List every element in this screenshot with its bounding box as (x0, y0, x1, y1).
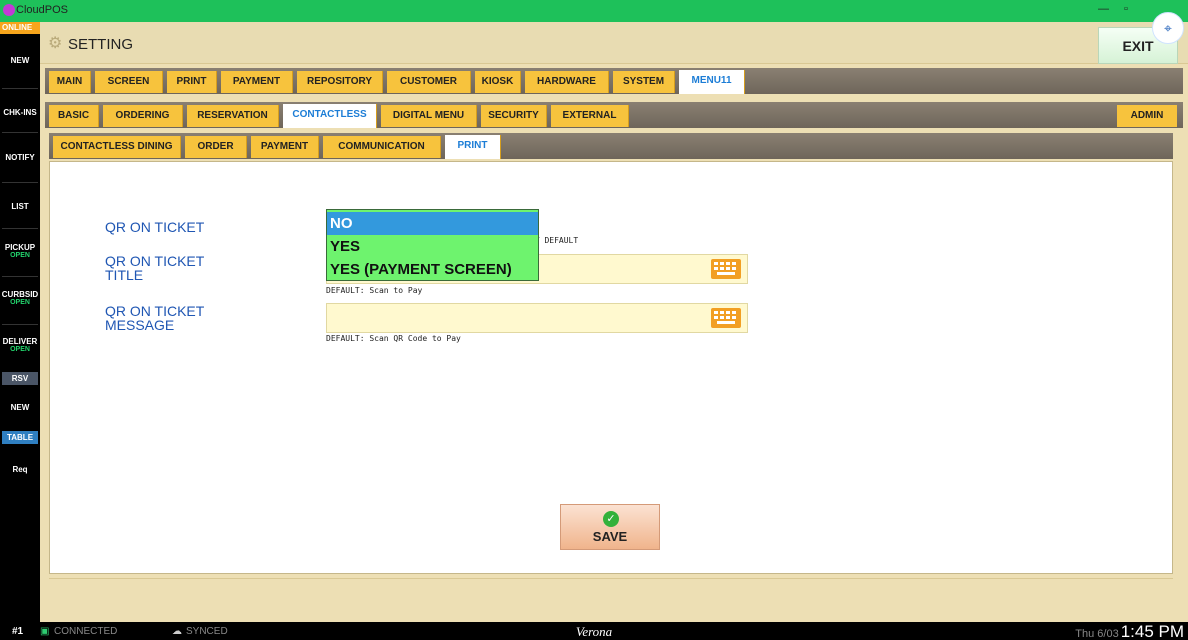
tab-print-sub[interactable]: PRINT (445, 135, 501, 159)
sidebar-item-label: PICKUP (4, 243, 36, 252)
dropdown-option-yes-payment-screen[interactable]: YES (PAYMENT SCREEN) (327, 258, 538, 281)
qr-message-field[interactable] (326, 303, 748, 333)
sidebar-item-label: Req (12, 465, 28, 474)
checkmark-icon: ✓ (603, 511, 619, 527)
sub-tab-row: BASIC ORDERING RESERVATION CONTACTLESS D… (45, 102, 1183, 128)
keyboard-icon[interactable] (711, 259, 741, 279)
save-button[interactable]: ✓ SAVE (560, 504, 660, 550)
delivery-status: OPEN (10, 346, 30, 353)
sidebar-item-label: LIST (11, 202, 29, 211)
sidebar-item-label: CHK-INS (3, 108, 37, 117)
tab-basic[interactable]: BASIC (49, 105, 99, 127)
divider (2, 276, 38, 277)
dropdown-option-yes[interactable]: YES (327, 235, 538, 258)
tab-repository[interactable]: REPOSITORY (297, 71, 383, 93)
tab-kiosk[interactable]: KIOSK (475, 71, 521, 93)
tab-payment-sub[interactable]: PAYMENT (251, 136, 319, 158)
sidebar-item-label: CURBSID (1, 290, 39, 299)
tab-security[interactable]: SECURITY (481, 105, 547, 127)
sidebar-item-label: NEW (10, 56, 30, 65)
third-tab-row: CONTACTLESS DINING ORDER PAYMENT COMMUNI… (49, 133, 1173, 159)
sidebar-item-label: DELIVER (2, 337, 38, 346)
tab-contactless[interactable]: CONTACTLESS (283, 104, 377, 128)
curbside-status: OPEN (10, 299, 30, 306)
sidebar-item-rsv-new[interactable]: NEW (0, 403, 40, 412)
divider (2, 228, 38, 229)
tab-ordering[interactable]: ORDERING (103, 105, 183, 127)
gear-icon: ⚙ (48, 35, 63, 52)
sidebar-item-delivery[interactable]: DELIVER OPEN (0, 337, 40, 353)
time: 1:45 PM (1120, 622, 1184, 640)
tab-main[interactable]: MAIN (49, 71, 91, 93)
tab-customer[interactable]: CUSTOMER (387, 71, 471, 93)
clock: Thu 6/03 1:45 PM (1075, 622, 1184, 640)
sidebar-item-request[interactable]: Req (0, 465, 40, 474)
qr-on-ticket-dropdown[interactable]: NO YES YES (PAYMENT SCREEN) (326, 209, 539, 281)
screen-capture-icon[interactable]: ⌖ (1152, 12, 1184, 44)
divider (2, 324, 38, 325)
qr-title-label: QR ON TICKET TITLE (105, 253, 205, 283)
status-bar: #1 ▣ CONNECTED ☁ SYNCED Verona Thu 6/03 1… (0, 622, 1188, 640)
sidebar-item-label: NEW (10, 403, 30, 412)
maximize-button[interactable]: ▫ (1124, 3, 1128, 15)
keyboard-icon[interactable] (711, 308, 741, 328)
tab-order[interactable]: ORDER (185, 136, 247, 158)
window-title-bar: CloudPOS — ▫ ⌖ (0, 0, 1188, 44)
qr-message-label: QR ON TICKET MESSAGE (105, 303, 205, 333)
qr-title-default: DEFAULT: Scan to Pay (326, 286, 423, 295)
footer-bar (49, 578, 1173, 604)
sidebar-item-new[interactable]: NEW (0, 56, 40, 65)
divider (2, 132, 38, 133)
tab-system[interactable]: SYSTEM (613, 71, 675, 93)
print-settings-form: QR ON TICKET BY DEFAULT QR ON TICKET TIT… (49, 161, 1173, 574)
table-tag[interactable]: TABLE (2, 431, 38, 444)
sidebar-item-label: NOTIFY (5, 153, 35, 162)
date: Thu 6/03 (1075, 628, 1119, 640)
tab-digital-menu[interactable]: DIGITAL MENU (381, 105, 477, 127)
sidebar-item-curbside[interactable]: CURBSID OPEN (0, 290, 40, 306)
app-icon (3, 4, 15, 16)
settings-panel: ⚙ SETTING EXIT MAIN SCREEN PRINT PAYMENT… (40, 22, 1188, 622)
rsv-tag[interactable]: RSV (2, 372, 38, 385)
left-sidebar: ONLINE NEW CHK-INS NOTIFY LIST PICKUP OPE… (0, 22, 40, 622)
minimize-button[interactable]: — (1098, 3, 1109, 15)
pickup-status: OPEN (10, 252, 30, 259)
sidebar-item-notify[interactable]: NOTIFY (0, 153, 40, 162)
sidebar-item-pickup[interactable]: PICKUP OPEN (0, 243, 40, 259)
tab-external[interactable]: EXTERNAL (551, 105, 629, 127)
online-badge: ONLINE (0, 22, 40, 34)
tab-screen[interactable]: SCREEN (95, 71, 163, 93)
qr-message-default: DEFAULT: Scan QR Code to Pay (326, 334, 461, 343)
tab-hardware[interactable]: HARDWARE (525, 71, 609, 93)
location-name: Verona (575, 624, 613, 639)
settings-header: ⚙ SETTING EXIT (40, 22, 1188, 64)
admin-button[interactable]: ADMIN (1117, 105, 1177, 127)
page-title: SETTING (68, 36, 134, 53)
tab-contactless-dining[interactable]: CONTACTLESS DINING (53, 136, 181, 158)
tab-reservation[interactable]: RESERVATION (187, 105, 279, 127)
main-tab-row: MAIN SCREEN PRINT PAYMENT REPOSITORY CUS… (45, 68, 1183, 94)
tab-print[interactable]: PRINT (167, 71, 217, 93)
dropdown-option-no[interactable]: NO (327, 212, 538, 235)
sidebar-item-check-ins[interactable]: CHK-INS (0, 108, 40, 117)
qr-on-ticket-label: QR ON TICKET (105, 219, 205, 235)
divider (2, 88, 38, 89)
divider (2, 182, 38, 183)
app-title: CloudPOS (16, 4, 68, 16)
tab-menu11[interactable]: MENU11 (679, 70, 745, 94)
tab-payment[interactable]: PAYMENT (221, 71, 293, 93)
save-label: SAVE (592, 529, 628, 544)
tab-communication[interactable]: COMMUNICATION (323, 136, 441, 158)
sidebar-item-list[interactable]: LIST (0, 202, 40, 211)
